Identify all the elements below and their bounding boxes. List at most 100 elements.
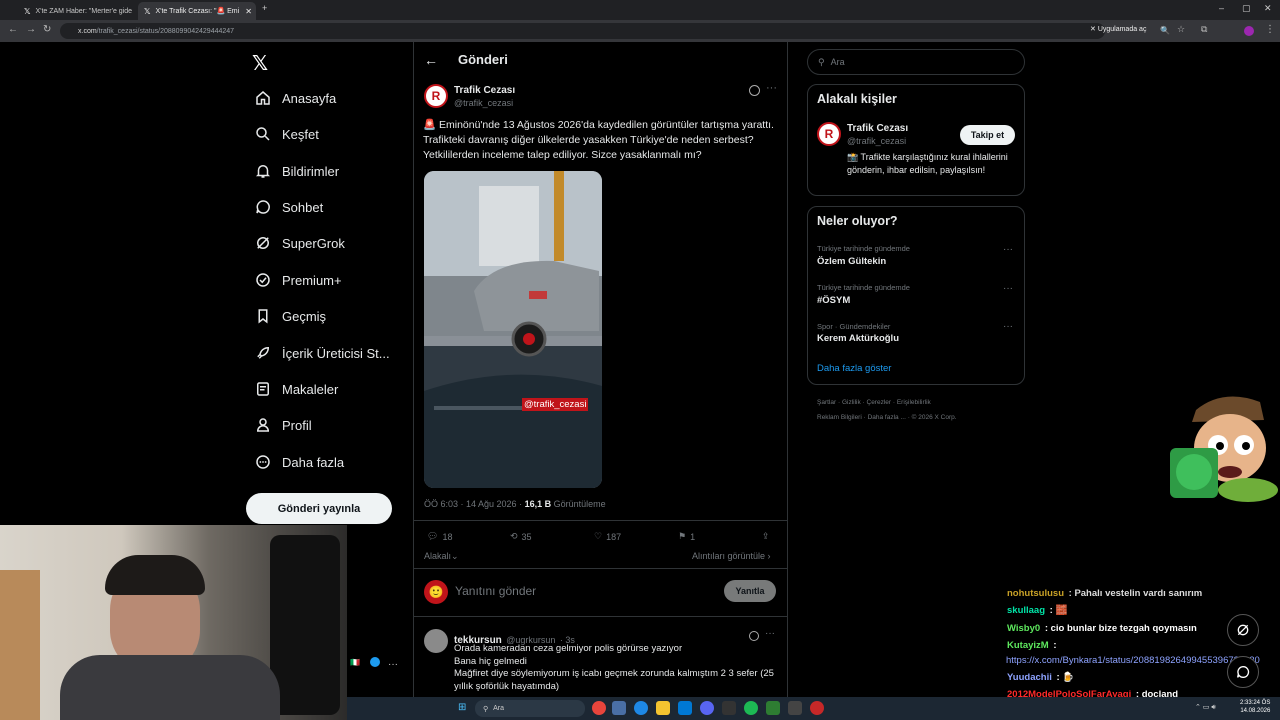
bookmark-action[interactable]: ⚑ 1 <box>678 531 695 542</box>
author-handle[interactable]: @trafik_cezasi <box>454 98 513 108</box>
address-bar[interactable]: x.com/trafik_cezasi/status/2088099042429… <box>60 23 1105 39</box>
reload-icon[interactable]: ↻ <box>43 24 51 35</box>
nav-item-home[interactable]: Anasayfa <box>253 85 336 111</box>
search-input[interactable]: ⚲ Ara <box>807 49 1025 75</box>
extensions-icon[interactable]: ⧉ <box>1201 24 1207 35</box>
chat-text: : <box>1050 640 1057 651</box>
nav-item-history[interactable]: Geçmiş <box>253 303 326 329</box>
browser-tab-active[interactable]: 𝕏 X'te Trafik Cezası: "🚨 Emi ✕ <box>138 2 256 20</box>
trend-name[interactable]: Özlem Gültekin <box>817 256 886 267</box>
minimize-icon[interactable]: – <box>1219 3 1224 13</box>
related-handle[interactable]: @trafik_cezasi <box>847 136 906 146</box>
forward-icon[interactable]: → <box>26 24 36 35</box>
back-icon[interactable]: ← <box>8 24 18 35</box>
reply-button[interactable]: Yanıtla <box>724 580 776 602</box>
grok-icon[interactable] <box>1227 614 1259 646</box>
trend-name[interactable]: #ÖSYM <box>817 295 850 306</box>
nav-item-notifications[interactable]: Bildirimler <box>253 158 339 184</box>
back-arrow-icon[interactable]: ← <box>424 52 438 68</box>
clock-date: 14.08.2026 <box>1240 708 1271 714</box>
menu-dots-icon[interactable]: ⋮ <box>1265 24 1275 35</box>
maximize-icon[interactable]: ▢ <box>1242 3 1251 14</box>
my-avatar[interactable]: 🙂 <box>424 580 448 604</box>
more-dots-icon[interactable]: ··· <box>765 628 775 639</box>
reply-avatar[interactable] <box>424 629 448 653</box>
nav-item-more[interactable]: Daha fazla <box>253 449 344 475</box>
close-window-icon[interactable]: ✕ <box>1264 3 1272 14</box>
author-name[interactable]: Trafik Cezası <box>454 85 515 96</box>
windows-start-icon[interactable]: ⊞ <box>458 702 466 713</box>
chrome-icon[interactable] <box>592 701 606 715</box>
related-name[interactable]: Trafik Cezası <box>847 123 908 134</box>
reply-icon: 💬︎ <box>427 531 439 541</box>
more-dots-icon[interactable]: ··· <box>1003 244 1013 255</box>
messages-icon[interactable] <box>1227 656 1259 688</box>
new-tab-icon[interactable]: + <box>262 3 267 13</box>
folder-icon[interactable] <box>656 701 670 715</box>
show-more-link[interactable]: Daha fazla göster <box>817 363 891 374</box>
repost-action[interactable]: ⟲ 35 <box>510 531 532 542</box>
reply-action[interactable]: 💬︎ 18 <box>427 531 452 542</box>
flag-icon: 🇮🇹 <box>350 658 360 667</box>
view-quotes-link[interactable]: Alıntıları görüntüle › <box>692 551 771 561</box>
more-dots-icon[interactable]: ··· <box>766 82 777 94</box>
close-icon[interactable]: ✕ <box>239 7 252 16</box>
edge-icon[interactable] <box>634 701 648 715</box>
nav-item-supergrok[interactable]: SuperGrok <box>253 230 345 256</box>
more-dots-icon[interactable]: ··· <box>1003 321 1013 332</box>
app-icon[interactable] <box>788 701 802 715</box>
system-clock[interactable]: 2:33:24 ÖS 14.08.2026 <box>1240 699 1270 715</box>
footer-link[interactable]: Reklam Bilgileri <box>817 414 862 421</box>
app-icon[interactable] <box>722 701 736 715</box>
nav-item-premium[interactable]: Premium+ <box>253 267 342 293</box>
share-icon[interactable]: ⇪ <box>762 531 770 542</box>
reply-input[interactable]: Yanıtını gönder <box>455 584 536 598</box>
post-button[interactable]: Gönderi yayınla <box>246 493 392 524</box>
chat-text: : 🧱 <box>1047 605 1068 616</box>
page-title: Gönderi <box>458 52 508 67</box>
app-icon[interactable] <box>766 701 780 715</box>
profile-avatar-icon[interactable] <box>1244 26 1254 36</box>
spotify-icon[interactable] <box>744 701 758 715</box>
footer-link[interactable]: Erişilebilirlik <box>897 399 931 406</box>
footer-link[interactable]: Gizlilik <box>842 399 861 406</box>
more-dots-icon[interactable]: ··· <box>388 659 398 670</box>
follow-button[interactable]: Takip et <box>960 125 1015 145</box>
divider <box>414 568 787 569</box>
avatar[interactable]: R <box>817 122 841 146</box>
footer-link[interactable]: Çerezler <box>867 399 892 406</box>
browser-tab[interactable]: 𝕏 X'te ZAM Haber: "Merter'e gide ✕ <box>18 2 136 20</box>
tray-icons[interactable]: ⌃ ▭ 🔊︎ <box>1195 703 1216 712</box>
footer-link[interactable]: Şartlar <box>817 399 836 406</box>
zoom-icon[interactable]: 🔍 <box>1160 26 1170 35</box>
star-icon[interactable]: ☆ <box>1177 24 1185 35</box>
bookmark-icon: ⚑ <box>678 531 687 541</box>
nav-item-creator-studio[interactable]: İçerik Üreticisi St... <box>253 340 390 366</box>
nav-item-articles[interactable]: Makaleler <box>253 376 338 402</box>
nav-item-chat[interactable]: Sohbet <box>253 194 323 220</box>
discord-icon[interactable] <box>700 701 714 715</box>
tweet-video[interactable]: @trafik_cezasi <box>424 171 602 488</box>
footer-links-row2: Reklam Bilgileri · Daha fazla ... · © 20… <box>817 414 957 421</box>
app-icon[interactable] <box>612 701 626 715</box>
avatar[interactable]: R <box>424 84 448 108</box>
bookmark-icon <box>253 306 273 326</box>
nav-item-explore[interactable]: Keşfet <box>253 121 319 147</box>
taskbar-search[interactable]: ⚲ Ara <box>475 700 585 717</box>
app-icon[interactable] <box>678 701 692 715</box>
reply-line: Orada kameradan ceza gelmiyor polis görü… <box>454 643 683 654</box>
grok-icon[interactable] <box>749 631 759 641</box>
chat-text: : cio bunlar bize tezgah qoymasın <box>1042 623 1197 634</box>
close-icon[interactable]: ✕ <box>132 7 136 16</box>
open-in-app-button[interactable]: ✕ Uygulamada aç <box>1090 25 1146 33</box>
sort-dropdown[interactable]: Alakalı⌄ <box>424 551 459 562</box>
footer-link[interactable]: Daha fazla ... <box>868 414 906 421</box>
more-dots-icon[interactable]: ··· <box>1003 283 1013 294</box>
trend-name[interactable]: Kerem Aktürkoğlu <box>817 333 899 344</box>
nav-item-profile[interactable]: Profil <box>253 412 312 438</box>
app-icon[interactable] <box>810 701 824 715</box>
grok-icon[interactable] <box>749 85 760 96</box>
more-circle-icon <box>253 452 273 472</box>
x-logo-icon[interactable]: 𝕏 <box>252 51 268 76</box>
like-action[interactable]: ♡ 187 <box>594 531 621 542</box>
